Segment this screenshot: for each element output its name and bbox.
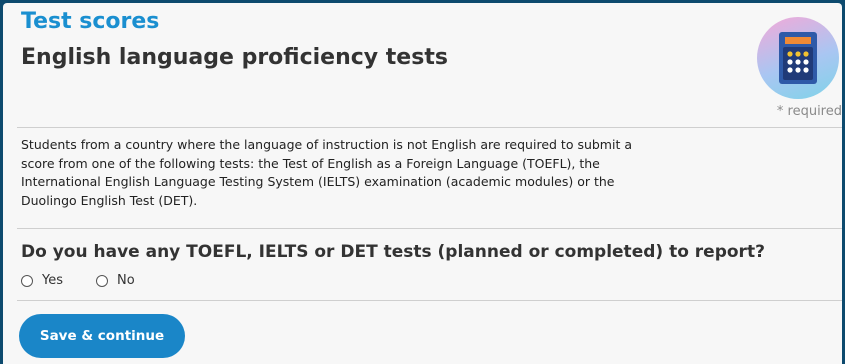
intro-text: Students from a country where the langua… <box>21 137 632 209</box>
divider <box>17 300 842 301</box>
radio-group: Yes No <box>21 273 135 288</box>
radio-button-no[interactable] <box>96 274 108 287</box>
question-text: Do you have any TOEFL, IELTS or DET test… <box>21 242 765 262</box>
radio-label-no: No <box>117 273 135 288</box>
divider <box>17 228 842 229</box>
calculator-icon <box>757 17 839 99</box>
page-title: English language proficiency tests <box>21 45 448 70</box>
section-title: Test scores <box>21 9 160 34</box>
radio-option-no[interactable]: No <box>96 273 135 288</box>
calculator-icon-graphic <box>779 32 817 84</box>
divider <box>17 127 842 128</box>
radio-button-yes[interactable] <box>21 274 33 287</box>
required-note: * required <box>776 104 842 119</box>
radio-label-yes: Yes <box>42 273 63 288</box>
save-continue-button[interactable]: Save & continue <box>19 314 185 358</box>
radio-option-yes[interactable]: Yes <box>21 273 63 288</box>
form-panel: Test scores English language proficiency… <box>3 3 842 364</box>
